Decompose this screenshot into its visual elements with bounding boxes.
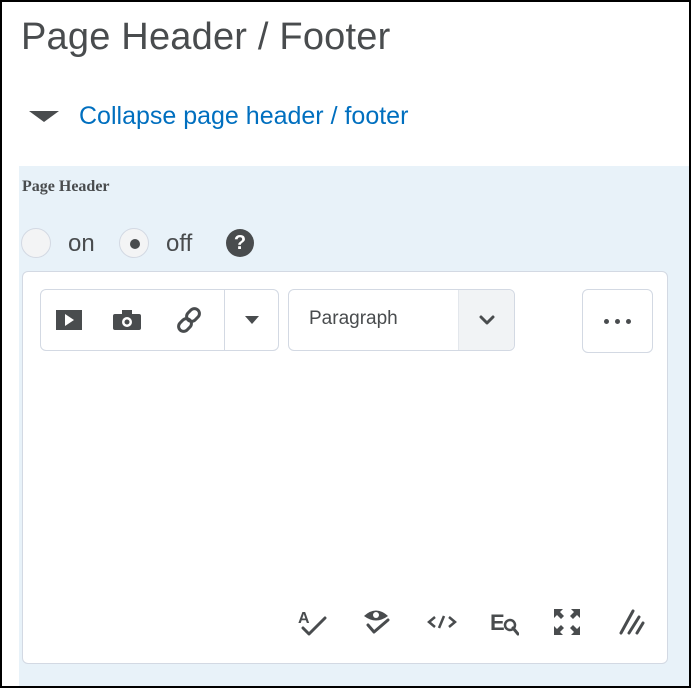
ellipsis-icon <box>604 318 609 324</box>
caret-down-icon <box>29 111 59 122</box>
chevron-down-icon <box>458 290 514 350</box>
svg-text:E: E <box>490 610 505 635</box>
page-title: Page Header / Footer <box>21 16 391 58</box>
fullscreen-icon[interactable] <box>549 604 585 640</box>
camera-icon[interactable] <box>97 290 157 350</box>
find-replace-icon[interactable]: E <box>486 604 522 640</box>
source-code-icon[interactable] <box>424 604 460 640</box>
ellipsis-dot <box>626 318 631 324</box>
collapse-link-label: Collapse page header / footer <box>79 102 409 130</box>
radio-off[interactable] <box>119 228 149 258</box>
collapse-header-footer-link[interactable]: Collapse page header / footer <box>29 102 408 131</box>
radio-on[interactable] <box>21 228 51 258</box>
html-editor[interactable]: Paragraph A E <box>22 271 668 664</box>
accessibility-checker-icon[interactable] <box>359 604 395 640</box>
ellipsis-dot <box>615 318 620 324</box>
spellcheck-icon[interactable]: A <box>294 604 330 640</box>
resize-handle-icon[interactable] <box>613 604 649 640</box>
radio-off-label: off <box>166 230 193 257</box>
format-select-value: Paragraph <box>309 308 398 329</box>
more-actions-button[interactable] <box>582 289 653 353</box>
video-play-icon[interactable] <box>41 290 97 350</box>
radio-selected-dot <box>130 239 140 249</box>
dropdown-caret-icon[interactable] <box>225 290 279 350</box>
question-circle-icon[interactable]: ? <box>226 229 254 257</box>
page-header-panel: Page Header on off ? Paragraph A E <box>19 166 689 686</box>
radio-on-label: on <box>68 230 95 257</box>
paragraph-format-select[interactable]: Paragraph <box>288 289 515 351</box>
insert-toolbar-group <box>40 289 279 351</box>
link-icon[interactable] <box>157 290 221 350</box>
page-frame: Page Header / Footer Collapse page heade… <box>0 0 691 688</box>
page-header-label: Page Header <box>22 178 110 195</box>
svg-text:A: A <box>298 610 310 627</box>
